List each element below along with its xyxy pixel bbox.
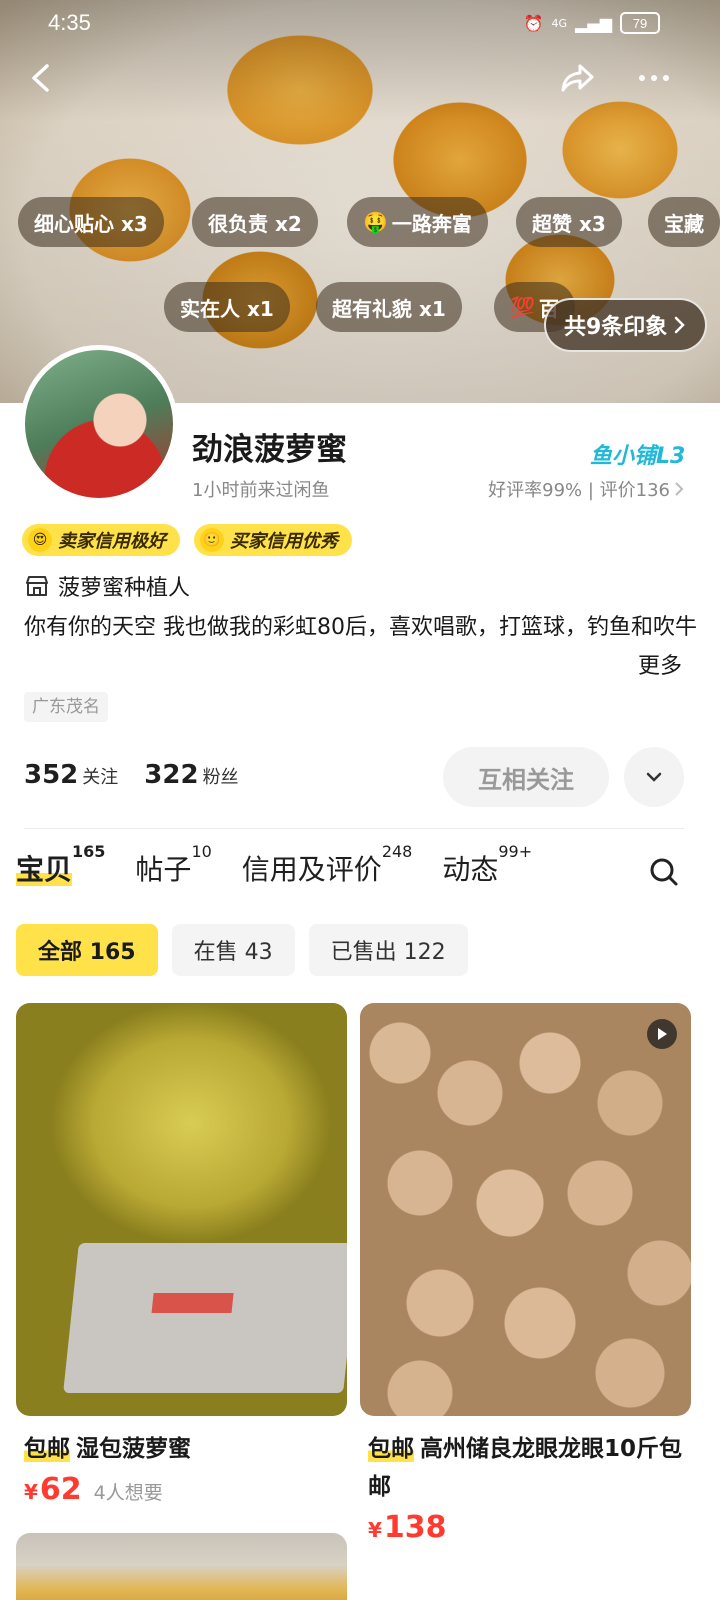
scale-shape (63, 1243, 347, 1393)
item-filters: 全部 165 在售 43 已售出 122 (16, 924, 468, 976)
impression-chip[interactable]: 🤑 一路奔富 (347, 197, 488, 247)
tab-count: 165 (72, 842, 106, 861)
username: 劲浪菠萝蜜 (192, 432, 347, 468)
impression-chip[interactable]: 细心贴心 x3 (18, 197, 164, 247)
shop-level-badge[interactable]: 鱼小铺L3 (590, 438, 685, 470)
chip-label: 细心贴心 x3 (34, 211, 148, 236)
chevron-right-icon (675, 316, 686, 334)
network-label: 4G (551, 16, 568, 30)
alarm-icon: ⏰ (523, 13, 544, 33)
followers-label: 粉丝 (202, 767, 239, 788)
product-title-text: 高州储良龙眼龙眼10斤包邮 (368, 1436, 683, 1500)
tab-label: 动态 (442, 853, 499, 886)
battery-icon: 79 (620, 12, 660, 34)
currency-symbol: ¥ (368, 1518, 382, 1542)
heart-eyes-icon: 😍 (28, 528, 52, 552)
rating-text: 好评率99% | 评价136 (488, 480, 670, 501)
tab-count: 10 (191, 842, 212, 861)
buyer-credit-badge[interactable]: 🙂 买家信用优秀 (194, 524, 352, 556)
seller-role: 菠萝蜜种植人 (24, 570, 190, 602)
followers-count: 322 (144, 760, 199, 790)
impression-chip[interactable]: 宝藏 (648, 197, 720, 247)
tab-label: 宝贝 (16, 853, 73, 886)
share-icon[interactable] (556, 58, 600, 102)
free-shipping-tag: 包邮 (368, 1436, 414, 1462)
avatar[interactable] (20, 345, 178, 503)
tab-label: 信用及评价 (241, 853, 382, 886)
price-row: ¥ 138 (360, 1510, 691, 1545)
chip-label: 宝藏 (664, 211, 704, 236)
more-actions-button[interactable] (624, 747, 684, 807)
free-shipping-tag: 包邮 (24, 1436, 70, 1462)
product-price: 138 (383, 1510, 447, 1545)
chip-label: 一路奔富 (391, 211, 472, 236)
follow-button[interactable]: 互相关注 (443, 747, 609, 807)
chevron-right-icon (675, 482, 684, 496)
tab-count: 99+ (498, 842, 533, 861)
currency-symbol: ¥ (24, 1480, 38, 1504)
tab-posts[interactable]: 帖子10 (135, 842, 211, 888)
money-face-icon: 🤑 (363, 210, 388, 234)
product-card[interactable]: 包邮 高州储良龙眼龙眼10斤包邮 ¥ 138 (360, 1003, 691, 1545)
impressions-total-button[interactable]: 共9条印象 (544, 298, 708, 352)
more-dots-icon[interactable] (632, 58, 676, 102)
following-stat[interactable]: 352 关注 (24, 760, 118, 790)
filter-sold[interactable]: 已售出 122 (308, 924, 468, 976)
seller-credit-badge[interactable]: 😍 卖家信用极好 (22, 524, 180, 556)
impression-chip[interactable]: 超有礼貌 x1 (316, 282, 462, 332)
last-seen: 1小时前来过闲鱼 (192, 480, 330, 501)
tab-count: 248 (381, 842, 413, 861)
signal-icon: ▂▄▆ (575, 13, 612, 33)
product-image (16, 1003, 347, 1416)
smile-icon: 🙂 (200, 528, 224, 552)
filter-all[interactable]: 全部 165 (16, 924, 158, 976)
product-card[interactable]: 包邮 湿包菠萝蜜 ¥ 62 4人想要 (16, 1003, 347, 1507)
tab-items[interactable]: 宝贝165 (16, 842, 105, 888)
buyer-credit-label: 买家信用优秀 (230, 531, 338, 552)
divider (24, 828, 684, 829)
video-play-icon (647, 1019, 677, 1049)
impression-chip[interactable]: 很负责 x2 (192, 197, 318, 247)
status-icons: ⏰ 4G ▂▄▆ 79 (524, 12, 660, 34)
seller-credit-label: 卖家信用极好 (58, 531, 166, 552)
status-bar: 4:35 ⏰ 4G ▂▄▆ 79 (0, 10, 720, 38)
content-tabs: 宝贝165 帖子10 信用及评价248 动态99+ (16, 842, 562, 888)
tab-credit-reviews[interactable]: 信用及评价248 (241, 842, 413, 888)
chip-label: 超赞 x3 (532, 211, 606, 236)
chevron-down-icon (646, 772, 662, 782)
tab-label: 帖子 (135, 853, 192, 886)
product-title-text: 湿包菠萝蜜 (76, 1436, 191, 1462)
following-label: 关注 (82, 767, 119, 788)
followers-stat[interactable]: 322 粉丝 (144, 760, 238, 790)
bio-text: 你有你的天空 我也做我的彩虹80后，喜欢唱歌，打篮球，钓鱼和吹牛 (24, 615, 697, 640)
impressions-total-label: 共9条印象 (564, 315, 668, 340)
search-icon[interactable] (644, 852, 684, 892)
role-label: 菠萝蜜种植人 (58, 576, 191, 601)
tab-activity[interactable]: 动态99+ (442, 842, 532, 888)
status-time: 4:35 (48, 10, 91, 35)
product-card[interactable] (16, 1533, 347, 1600)
impression-chip[interactable]: 实在人 x1 (164, 282, 290, 332)
price-row: ¥ 62 4人想要 (16, 1472, 347, 1507)
filter-on-sale[interactable]: 在售 43 (171, 924, 295, 976)
shop-icon (26, 576, 48, 596)
hundred-icon: 💯 (510, 295, 535, 319)
stats-row: 352 关注 322 粉丝 (24, 760, 239, 790)
want-count: 4人想要 (93, 1482, 163, 1504)
following-count: 352 (24, 760, 79, 790)
product-title: 包邮 高州储良龙眼龙眼10斤包邮 (360, 1430, 691, 1506)
chip-label: 超有礼貌 x1 (332, 296, 446, 321)
product-price: 62 (39, 1472, 82, 1507)
product-image (360, 1003, 691, 1416)
chip-label: 实在人 x1 (180, 296, 274, 321)
bio-more-link[interactable]: 更多 (627, 648, 682, 680)
product-title: 包邮 湿包菠萝蜜 (16, 1430, 347, 1468)
rating-summary[interactable]: 好评率99% | 评价136 (488, 476, 684, 502)
location-tag: 广东茂名 (24, 692, 108, 722)
back-arrow-icon[interactable] (20, 58, 64, 102)
scale-display (151, 1293, 234, 1313)
impression-chip[interactable]: 超赞 x3 (516, 197, 622, 247)
chip-label: 很负责 x2 (208, 211, 302, 236)
